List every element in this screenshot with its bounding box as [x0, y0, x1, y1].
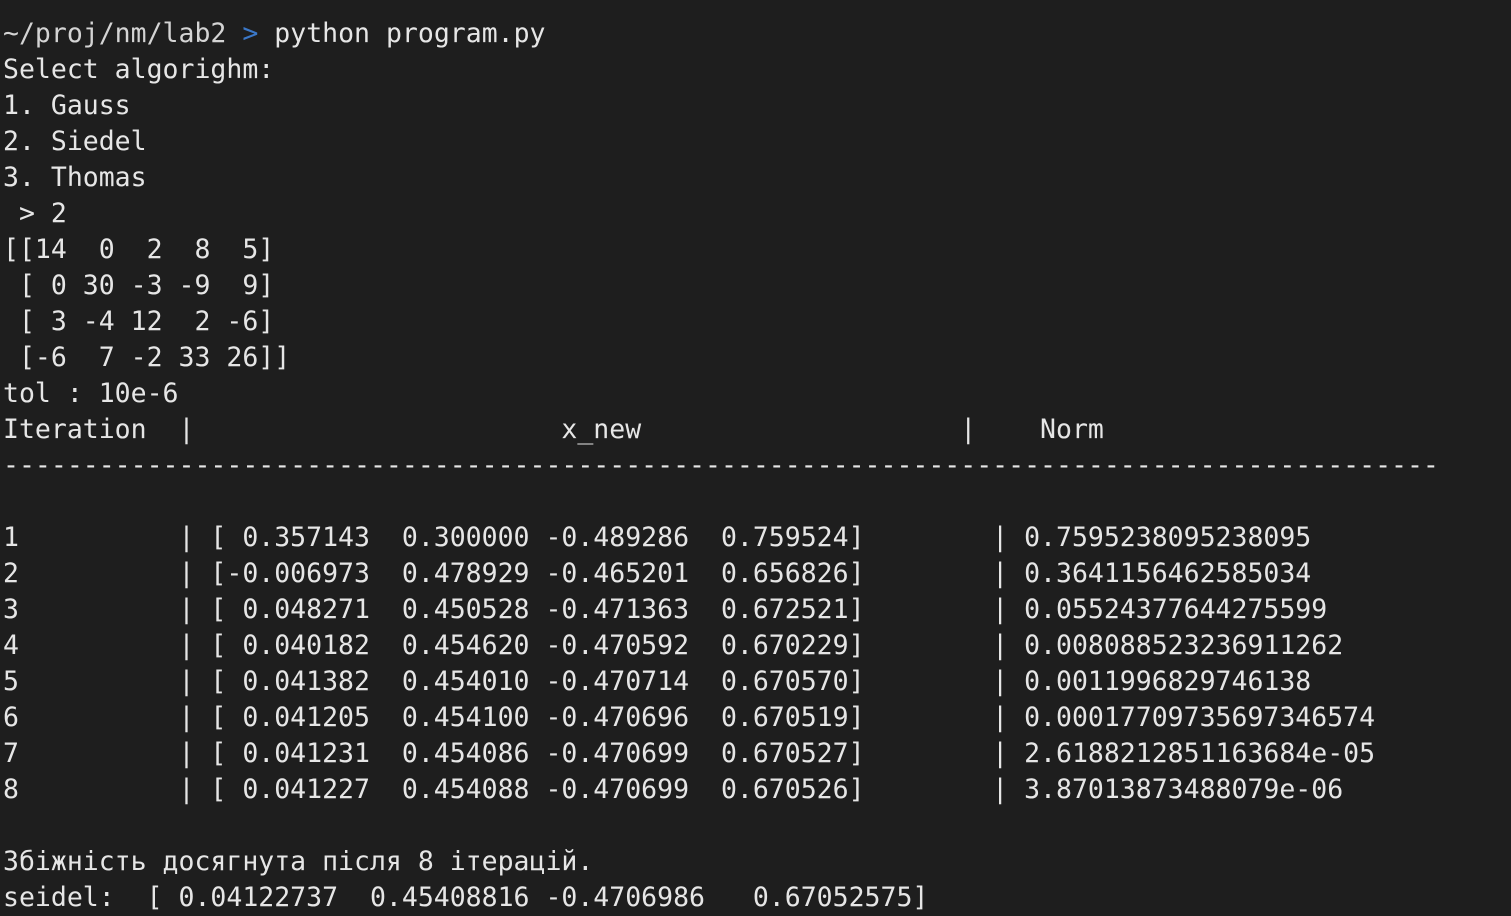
- table-spacer: [3, 484, 1511, 520]
- terminal-window[interactable]: ~/proj/nm/lab2 > python program.py Selec…: [0, 0, 1511, 913]
- menu-title: Select algorighm:: [3, 54, 275, 85]
- table-row: 2 | [-0.006973 0.478929 -0.465201 0.6568…: [3, 558, 1312, 589]
- matrix-line: [ 0 30 -3 -9 9]: [3, 270, 275, 301]
- table-row: 6 | [ 0.041205 0.454100 -0.470696 0.6705…: [3, 702, 1376, 733]
- table-header: Iteration | x_new | Norm: [3, 414, 1104, 445]
- menu-input-line: > 2: [3, 198, 67, 229]
- table-separator: ----------------------------------------…: [3, 450, 1439, 481]
- table-row: 4 | [ 0.040182 0.454620 -0.470592 0.6702…: [3, 630, 1344, 661]
- table-row: 3 | [ 0.048271 0.450528 -0.471363 0.6725…: [3, 594, 1328, 625]
- matrix-line: [-6 7 -2 33 26]]: [3, 342, 291, 373]
- matrix-line: [ 3 -4 12 2 -6]: [3, 306, 275, 337]
- table-row: 7 | [ 0.041231 0.454086 -0.470699 0.6705…: [3, 738, 1376, 769]
- tolerance-line: tol : 10e-6: [3, 378, 179, 409]
- table-row: 1 | [ 0.357143 0.300000 -0.489286 0.7595…: [3, 522, 1312, 553]
- menu-option-thomas: 3. Thomas: [3, 162, 147, 193]
- menu-option-gauss: 1. Gauss: [3, 90, 131, 121]
- matrix-line: [[14 0 2 8 5]: [3, 234, 275, 265]
- command-text: python program.py: [274, 18, 546, 49]
- convergence-message: Збіжність досягнута після 8 ітерацій.: [3, 846, 594, 877]
- prompt-arrow-icon: >: [242, 18, 259, 49]
- table-row: 5 | [ 0.041382 0.454010 -0.470714 0.6705…: [3, 666, 1312, 697]
- table-row: 8 | [ 0.041227 0.454088 -0.470699 0.6705…: [3, 774, 1344, 805]
- prompt-path: ~/proj/nm/lab2: [3, 18, 227, 49]
- prompt-line: ~/proj/nm/lab2 > python program.py: [3, 16, 1511, 52]
- seidel-result-line: seidel: [ 0.04122737 0.45408816 -0.47069…: [3, 882, 929, 913]
- menu-option-siedel: 2. Siedel: [3, 126, 147, 157]
